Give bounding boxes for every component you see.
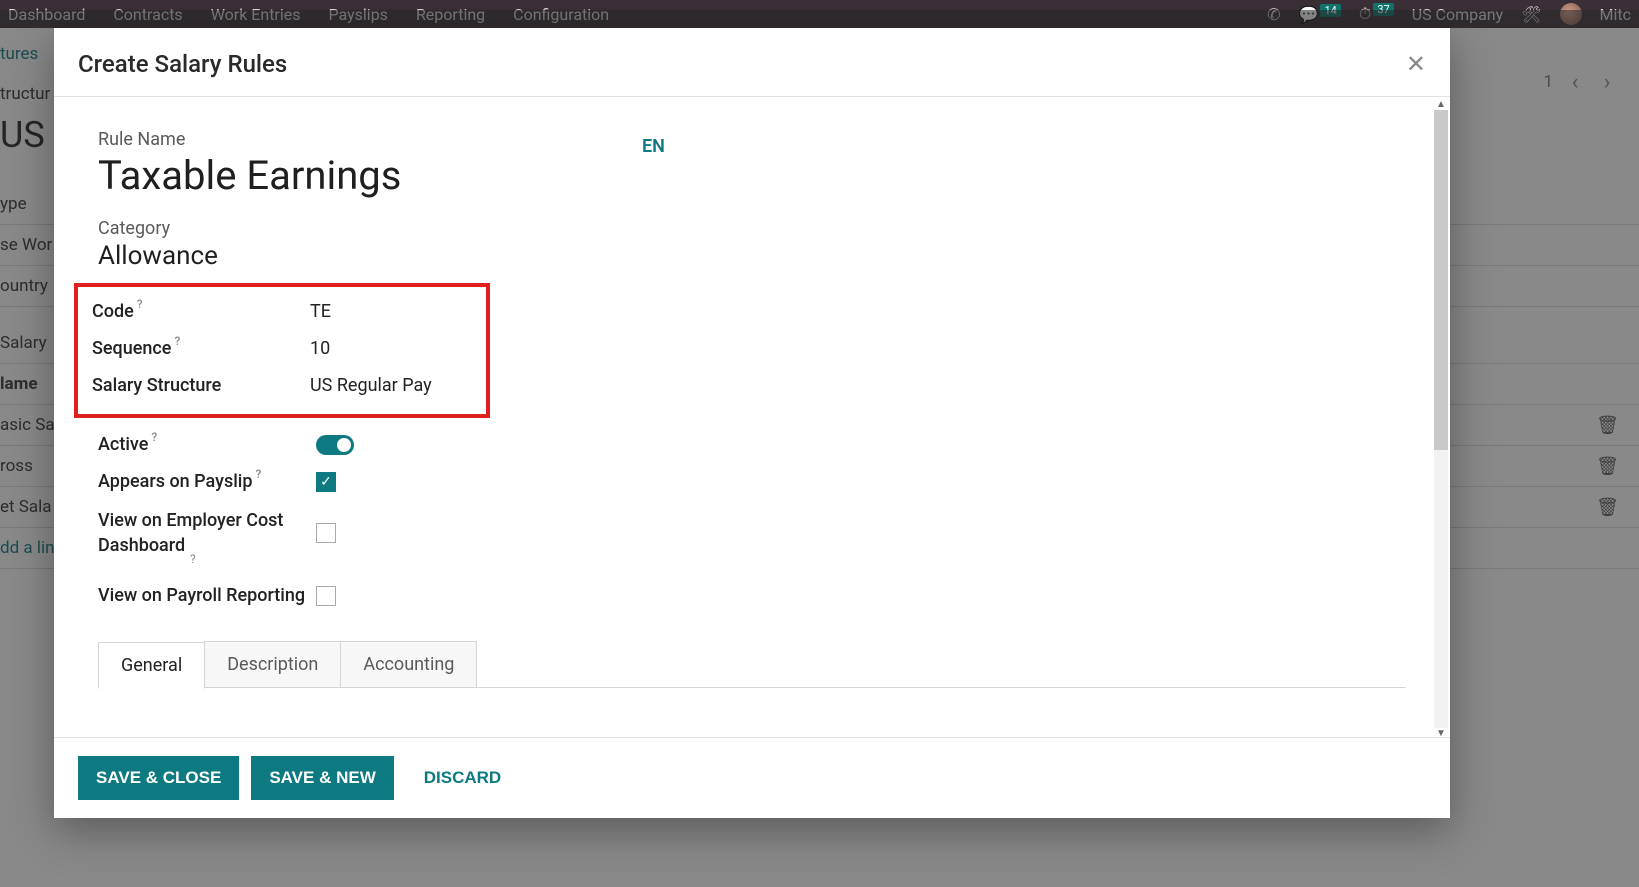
employer-cost-label: View on Employer Cost Dashboard bbox=[98, 508, 316, 558]
employer-cost-checkbox[interactable] bbox=[316, 523, 336, 543]
help-icon[interactable]: ? bbox=[151, 430, 157, 444]
scroll-down-icon[interactable]: ▼ bbox=[1436, 728, 1446, 737]
scroll-up-icon[interactable]: ▲ bbox=[1436, 99, 1446, 110]
save-new-button[interactable]: SAVE & NEW bbox=[251, 756, 393, 800]
help-icon[interactable]: ? bbox=[256, 467, 262, 481]
help-icon[interactable]: ? bbox=[137, 297, 143, 311]
modal-header: Create Salary Rules ✕ bbox=[54, 28, 1450, 97]
close-icon[interactable]: ✕ bbox=[1406, 52, 1426, 76]
language-badge[interactable]: EN bbox=[642, 136, 665, 157]
modal-body: EN Rule Name Taxable Earnings Category A… bbox=[54, 97, 1450, 737]
help-icon[interactable]: ? bbox=[174, 334, 180, 348]
payroll-reporting-checkbox[interactable] bbox=[316, 586, 336, 606]
tabs: General Description Accounting bbox=[98, 641, 1406, 688]
help-icon[interactable]: ? bbox=[190, 552, 196, 566]
save-close-button[interactable]: SAVE & CLOSE bbox=[78, 756, 239, 800]
salary-structure-label: Salary Structure bbox=[92, 375, 221, 396]
category-label: Category bbox=[98, 218, 1406, 239]
discard-button[interactable]: DISCARD bbox=[406, 756, 519, 800]
active-toggle[interactable] bbox=[316, 435, 354, 455]
salary-structure-input[interactable]: US Regular Pay bbox=[310, 375, 432, 396]
modal-footer: SAVE & CLOSE SAVE & NEW DISCARD bbox=[54, 737, 1450, 818]
active-label: Active bbox=[98, 434, 148, 455]
create-salary-rules-modal: Create Salary Rules ✕ EN Rule Name Taxab… bbox=[54, 28, 1450, 818]
rule-name-input[interactable]: Taxable Earnings bbox=[98, 152, 1406, 200]
sequence-label: Sequence bbox=[92, 338, 171, 359]
appears-on-payslip-checkbox[interactable]: ✓ bbox=[316, 472, 336, 492]
rule-name-label: Rule Name bbox=[98, 129, 1406, 150]
tab-general[interactable]: General bbox=[98, 642, 205, 689]
code-label: Code bbox=[92, 301, 134, 322]
appears-on-payslip-label: Appears on Payslip bbox=[98, 471, 253, 492]
tab-accounting[interactable]: Accounting bbox=[340, 641, 477, 687]
tab-description[interactable]: Description bbox=[204, 641, 341, 687]
payroll-reporting-label: View on Payroll Reporting bbox=[98, 583, 305, 608]
category-input[interactable]: Allowance bbox=[98, 241, 1406, 271]
scroll-thumb[interactable] bbox=[1434, 110, 1448, 450]
scrollbar[interactable]: ▲ ▼ bbox=[1434, 99, 1448, 737]
modal-title: Create Salary Rules bbox=[78, 50, 287, 78]
code-input[interactable]: TE bbox=[310, 301, 331, 322]
sequence-input[interactable]: 10 bbox=[310, 338, 330, 359]
highlighted-fields: Code? TE Sequence? 10 Salary Structure U… bbox=[74, 283, 490, 418]
